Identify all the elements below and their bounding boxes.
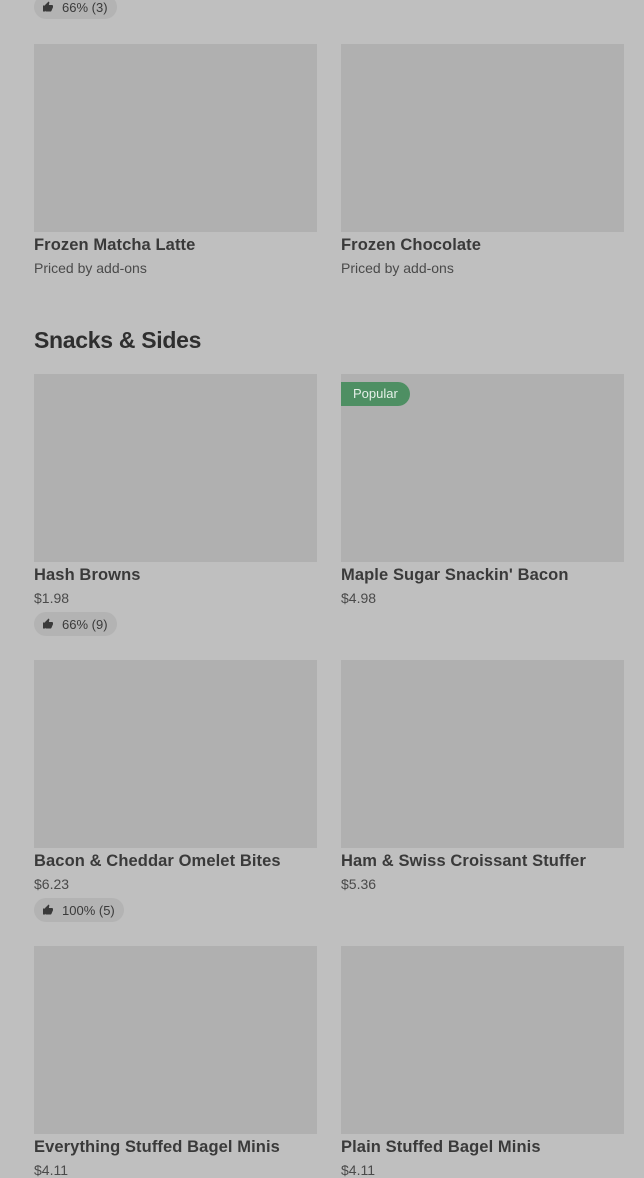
item-price: Priced by add-ons <box>341 260 454 276</box>
rating-pill: 66% (9) <box>34 612 117 636</box>
item-name: Frozen Matcha Latte <box>34 236 196 254</box>
item-name: Everything Stuffed Bagel Minis <box>34 1138 280 1156</box>
rating-pill: 100% (5) <box>34 898 124 922</box>
item-image[interactable] <box>34 660 317 848</box>
item-image[interactable] <box>341 660 624 848</box>
item-price: $4.98 <box>341 590 377 606</box>
item-image[interactable] <box>34 374 317 562</box>
item-price: $6.23 <box>34 876 70 892</box>
item-image[interactable] <box>34 946 317 1134</box>
thumbs-up-icon <box>43 904 53 915</box>
rating-text: 66% (9) <box>62 616 108 632</box>
item-price: $4.11 <box>341 1162 375 1178</box>
item-name: Plain Stuffed Bagel Minis <box>341 1138 541 1156</box>
rating-text: 100% (5) <box>62 902 115 918</box>
item-name: Maple Sugar Snackin' Bacon <box>341 566 569 584</box>
thumbs-up-icon <box>43 618 53 629</box>
item-name: Frozen Chocolate <box>341 236 482 254</box>
item-name: Hash Browns <box>34 566 141 584</box>
item-price: $4.11 <box>34 1162 68 1178</box>
item-price: Priced by add-ons <box>34 260 147 276</box>
item-price: $5.36 <box>341 876 377 892</box>
item-name: Ham & Swiss Croissant Stuffer <box>341 852 586 870</box>
item-image[interactable] <box>341 44 624 232</box>
thumbs-up-icon <box>43 1 53 12</box>
item-image[interactable] <box>341 946 624 1134</box>
rating-text: 66% (3) <box>62 0 108 15</box>
popular-badge: Popular <box>341 382 410 406</box>
section-title: Snacks & Sides <box>34 327 202 353</box>
rating-pill: 66% (3) <box>34 0 117 19</box>
item-price: $1.98 <box>34 590 70 606</box>
item-image[interactable] <box>34 44 317 232</box>
item-name: Bacon & Cheddar Omelet Bites <box>34 852 281 870</box>
